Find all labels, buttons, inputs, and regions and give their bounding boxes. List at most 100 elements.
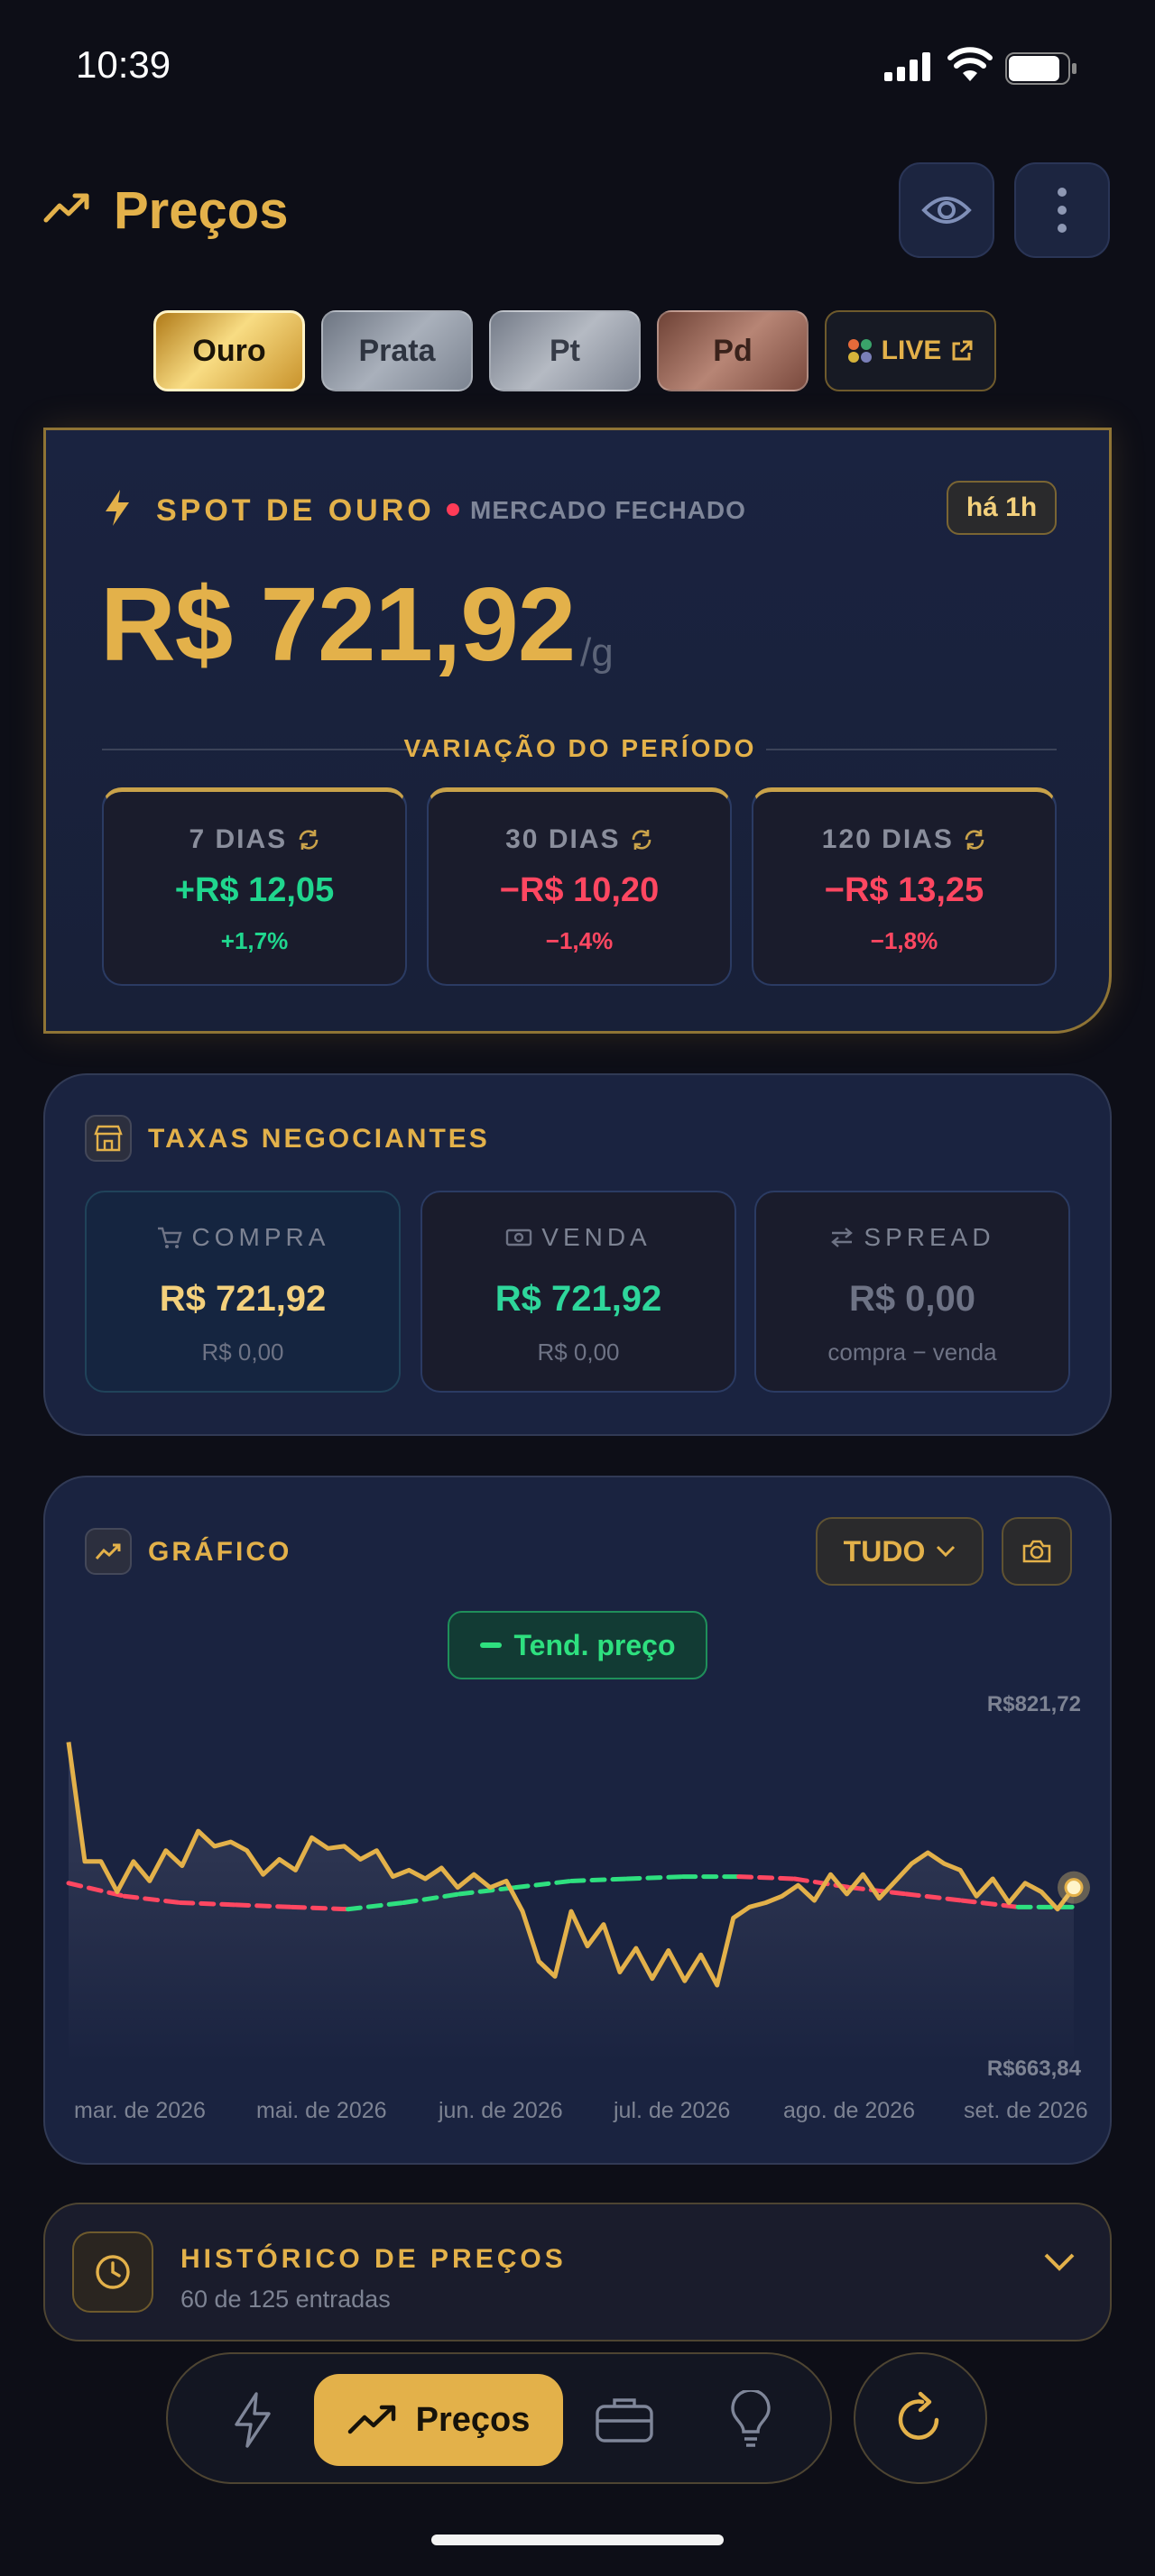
trend-line-segment xyxy=(736,1874,798,1881)
price-line-plot[interactable] xyxy=(45,1703,1113,2100)
price-area xyxy=(69,1742,1074,2064)
buy-label: COMPRA xyxy=(191,1223,330,1251)
updated-badge: há 1h xyxy=(947,481,1057,535)
legend-label: Tend. preço xyxy=(513,1628,676,1661)
metal-tab-palladium[interactable]: Pd xyxy=(657,310,808,391)
current-point[interactable] xyxy=(1064,1878,1084,1898)
x-tick-label: jun. de 2026 xyxy=(439,2098,563,2123)
trend-line-segment xyxy=(234,1902,295,1909)
chart-trend-icon xyxy=(85,1528,132,1575)
refresh-icon xyxy=(898,2391,939,2440)
spread-value: R$ 0,00 xyxy=(848,1279,976,1319)
variation-title: VARIAÇÃO DO PERÍODO xyxy=(403,734,757,762)
bulb-icon xyxy=(731,2390,771,2447)
nav-prices[interactable]: Preços xyxy=(314,2374,563,2466)
market-status-dot xyxy=(447,503,459,516)
more-vertical-icon xyxy=(1058,188,1067,233)
nav-insights[interactable] xyxy=(706,2374,796,2466)
price-chart-card: GRÁFICO TUDO Tend. preço R$821,72 R$663,… xyxy=(43,1476,1112,2165)
x-tick-label: ago. de 2026 xyxy=(783,2098,915,2123)
x-tick-label: set. de 2026 xyxy=(964,2098,1088,2123)
spread-card: SPREAD R$ 0,00 compra − venda xyxy=(754,1191,1070,1393)
trend-line-segment xyxy=(290,1904,350,1912)
trend-legend-toggle[interactable]: Tend. preço xyxy=(448,1611,707,1679)
sell-label: VENDA xyxy=(541,1223,651,1251)
price-history-accordion[interactable]: HISTÓRICO DE PREÇOS 60 de 125 entradas xyxy=(43,2203,1112,2341)
nav-portfolio[interactable] xyxy=(579,2374,670,2466)
lightning-icon xyxy=(106,490,129,526)
price-unit: /g xyxy=(580,630,614,675)
sell-value: R$ 721,92 xyxy=(494,1279,662,1319)
visibility-toggle-button[interactable] xyxy=(899,162,994,258)
buy-sub: R$ 0,00 xyxy=(201,1339,284,1366)
period-card-30d[interactable]: 30 DIAS −R$ 10,20 −1,4% xyxy=(427,787,732,986)
refresh-button[interactable] xyxy=(854,2352,987,2484)
external-link-icon xyxy=(952,340,973,361)
battery-icon xyxy=(1005,52,1076,85)
eye-icon xyxy=(921,197,972,224)
refresh-small-icon xyxy=(299,830,318,850)
refresh-small-icon xyxy=(965,830,984,850)
period-percent: −1,8% xyxy=(870,927,938,954)
metal-tab-prata[interactable]: Prata xyxy=(321,310,473,391)
range-label: TUDO xyxy=(843,1534,926,1568)
spot-price-card: SPOT DE OURO MERCADO FECHADO há 1h R$ 72… xyxy=(43,428,1112,1034)
nav-prices-label: Preços xyxy=(415,2400,531,2439)
live-label: LIVE xyxy=(881,336,942,365)
history-subtitle: 60 de 125 entradas xyxy=(180,2286,391,2313)
period-label: 7 DIAS xyxy=(104,824,405,855)
period-label: 120 DIAS xyxy=(753,824,1055,855)
more-options-button[interactable] xyxy=(1014,162,1110,258)
buy-label-row: COMPRA xyxy=(87,1223,399,1252)
spread-label-row: SPREAD xyxy=(756,1223,1068,1252)
fees-title: TAXAS NEGOCIANTES xyxy=(148,1124,490,1154)
buy-value: R$ 721,92 xyxy=(159,1279,327,1319)
page-header: Preços xyxy=(0,162,1155,262)
swap-arrows-icon xyxy=(831,1228,854,1247)
trend-line-segment xyxy=(624,1874,686,1881)
home-indicator xyxy=(431,2535,724,2545)
period-percent: +1,7% xyxy=(220,927,289,954)
trend-line-segment xyxy=(513,1878,574,1891)
metal-tab-ouro[interactable]: Ouro xyxy=(153,310,305,391)
history-title: HISTÓRICO DE PREÇOS xyxy=(180,2244,567,2274)
multicolor-grid-icon xyxy=(847,339,872,363)
status-time: 10:39 xyxy=(76,43,171,86)
x-tick-label: jul. de 2026 xyxy=(614,2098,731,2123)
spot-price: R$ 721,92 xyxy=(100,566,576,683)
metal-selector: Ouro Prata Pt Pd LIVE xyxy=(0,310,1155,393)
page-title: Preços xyxy=(114,181,289,240)
briefcase-icon xyxy=(596,2398,653,2443)
trend-icon xyxy=(347,2405,395,2434)
sell-label-row: VENDA xyxy=(422,1223,735,1252)
range-dropdown[interactable]: TUDO xyxy=(816,1517,984,1586)
chevron-down-icon xyxy=(937,1545,956,1558)
period-value: −R$ 13,25 xyxy=(824,871,984,909)
wifi-icon xyxy=(947,47,993,81)
period-value: −R$ 10,20 xyxy=(499,871,660,909)
spread-label: SPREAD xyxy=(864,1223,995,1251)
live-button[interactable]: LIVE xyxy=(825,310,996,391)
sell-sub: R$ 0,00 xyxy=(537,1339,620,1366)
x-tick-label: mar. de 2026 xyxy=(74,2098,206,2123)
period-card-120d[interactable]: 120 DIAS −R$ 13,25 −1,8% xyxy=(752,787,1057,986)
cart-icon xyxy=(157,1227,182,1248)
dealer-fees-card: TAXAS NEGOCIANTES COMPRA R$ 721,92 R$ 0,… xyxy=(43,1073,1112,1436)
trend-line-segment xyxy=(178,1900,239,1908)
screenshot-button[interactable] xyxy=(1002,1517,1072,1586)
x-tick-label: mai. de 2026 xyxy=(256,2098,387,2123)
camera-icon xyxy=(1022,1540,1051,1563)
metal-tab-platinum[interactable]: Pt xyxy=(489,310,641,391)
refresh-small-icon xyxy=(632,830,651,850)
trending-up-icon xyxy=(43,193,89,223)
status-bar: 10:39 xyxy=(0,0,1155,135)
chart-title: GRÁFICO xyxy=(148,1537,292,1567)
period-card-7d[interactable]: 7 DIAS +R$ 12,05 +1,7% xyxy=(102,787,407,986)
legend-swatch xyxy=(479,1642,502,1648)
chevron-down-icon xyxy=(1044,2253,1075,2271)
period-value: +R$ 12,05 xyxy=(174,871,335,909)
banknote-icon xyxy=(506,1228,532,1247)
period-percent: −1,4% xyxy=(545,927,614,954)
trend-line-segment xyxy=(568,1876,630,1883)
nav-spot[interactable] xyxy=(208,2374,298,2466)
